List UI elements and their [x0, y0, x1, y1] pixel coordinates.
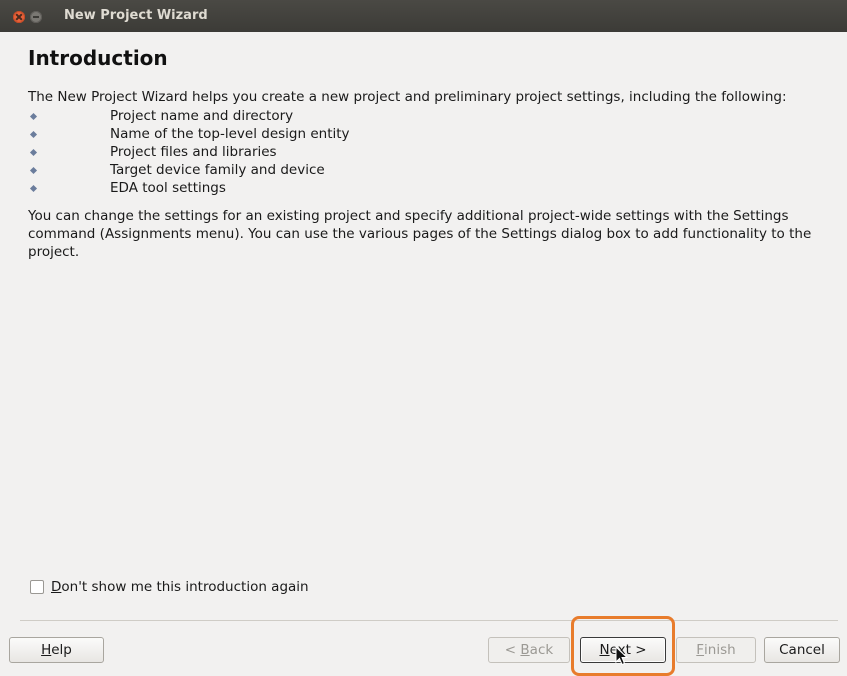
- list-item: Name of the top-level design entity: [29, 125, 350, 143]
- bullet-icon: [29, 184, 38, 192]
- dont-show-again-option[interactable]: Don't show me this introduction again: [30, 579, 309, 595]
- help-button[interactable]: Help: [9, 637, 104, 663]
- list-item: Project name and directory: [29, 107, 350, 125]
- list-item-label: EDA tool settings: [110, 180, 226, 196]
- list-item: EDA tool settings: [29, 179, 350, 197]
- finish-button[interactable]: Finish: [676, 637, 756, 663]
- bullet-icon: [29, 148, 38, 156]
- title-bar: New Project Wizard: [0, 0, 847, 32]
- dont-show-again-checkbox[interactable]: [30, 580, 44, 594]
- list-item-label: Name of the top-level design entity: [110, 126, 350, 142]
- minimize-window-icon[interactable]: [30, 11, 42, 23]
- window-title: New Project Wizard: [64, 8, 208, 23]
- cancel-button[interactable]: Cancel: [764, 637, 840, 663]
- close-window-icon[interactable]: [13, 11, 25, 23]
- list-item-label: Project files and libraries: [110, 144, 277, 160]
- feature-list: Project name and directory Name of the t…: [29, 107, 350, 197]
- list-item-label: Target device family and device: [110, 162, 325, 178]
- intro-text: The New Project Wizard helps you create …: [28, 89, 787, 105]
- dont-show-again-label: Don't show me this introduction again: [51, 579, 309, 595]
- settings-paragraph: You can change the settings for an exist…: [28, 208, 812, 260]
- button-separator: [20, 620, 838, 621]
- back-button[interactable]: < Back: [488, 637, 570, 663]
- bullet-icon: [29, 112, 38, 120]
- list-item-label: Project name and directory: [110, 108, 294, 124]
- list-item: Project files and libraries: [29, 143, 350, 161]
- page-heading: Introduction: [28, 46, 168, 70]
- mouse-cursor-icon: [615, 646, 629, 666]
- list-item: Target device family and device: [29, 161, 350, 179]
- bullet-icon: [29, 166, 38, 174]
- bullet-icon: [29, 130, 38, 138]
